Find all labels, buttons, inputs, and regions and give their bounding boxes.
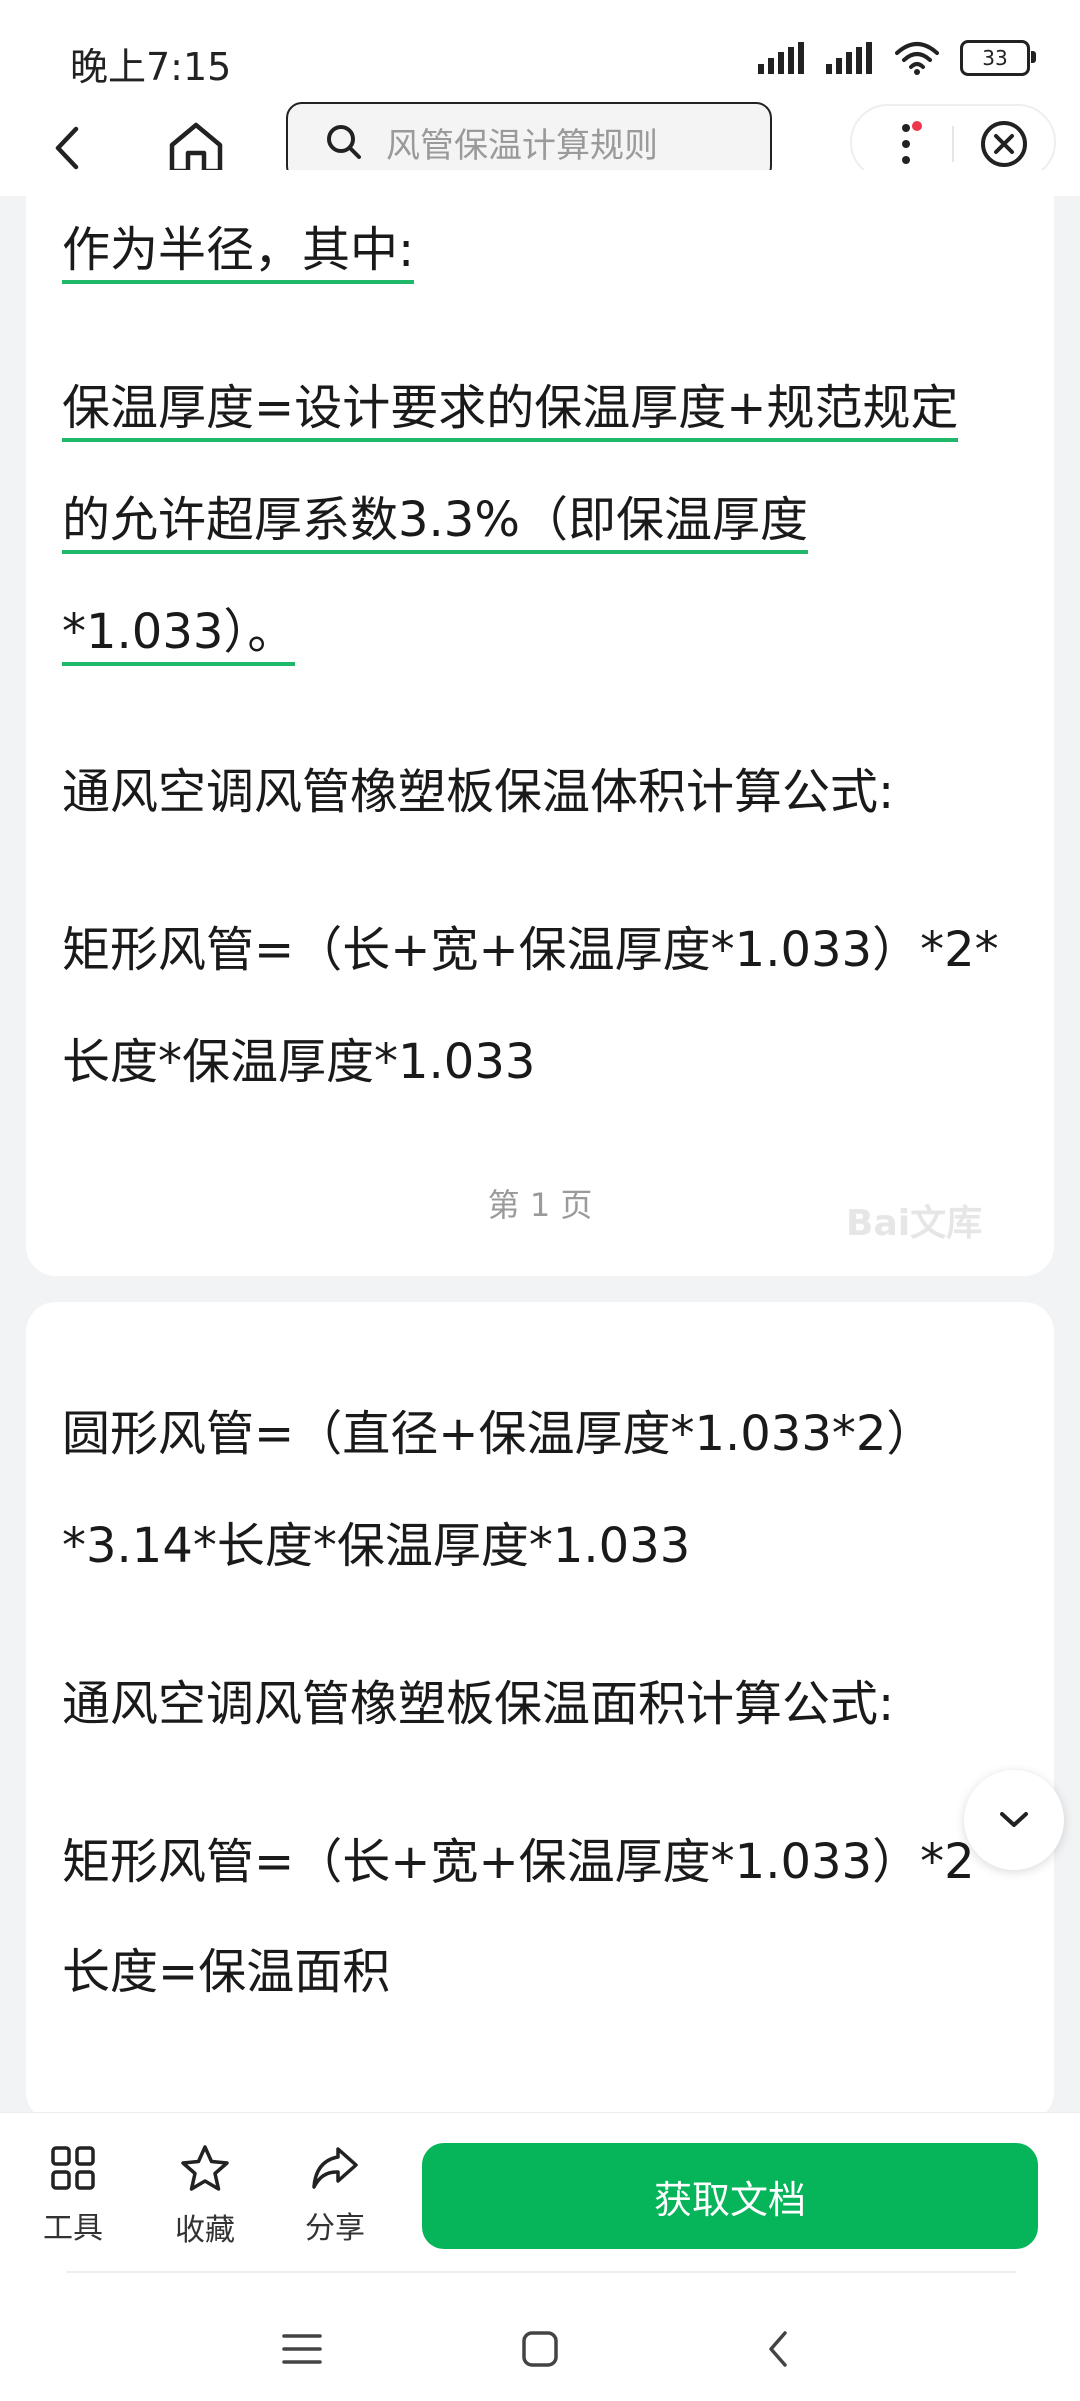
highlighted-text[interactable]: 作为半径，其中: (62, 222, 415, 284)
system-home-button[interactable] (500, 2309, 580, 2389)
tools-label: 工具 (43, 2211, 103, 2246)
share-icon (312, 2147, 358, 2189)
share-button[interactable]: 分享 (280, 2143, 390, 2247)
menu-icon (282, 2334, 322, 2364)
battery-level: 33 (982, 46, 1008, 70)
bottom-toolbar: 工具 收藏 分享 获取文档 (0, 2112, 1080, 2401)
share-label: 分享 (305, 2211, 365, 2246)
highlighted-text[interactable]: 保温厚度=设计要求的保温厚度+规范规定 (62, 380, 959, 442)
system-back-button[interactable] (738, 2309, 818, 2389)
status-time: 晚上7:15 (70, 45, 232, 89)
tools-button[interactable]: 工具 (18, 2143, 128, 2247)
search-placeholder: 风管保温计算规则 (386, 125, 658, 166)
battery-icon: 33 (960, 40, 1036, 76)
chevron-left-icon (769, 2331, 787, 2367)
favorite-button[interactable]: 收藏 (150, 2143, 260, 2249)
favorite-label: 收藏 (175, 2213, 235, 2248)
doc-line: *3.14*长度*保温厚度*1.033 (62, 1518, 691, 1574)
doc-line: 通风空调风管橡塑板保温面积计算公式: (62, 1676, 895, 1732)
mini-program-capsule (850, 104, 1056, 180)
doc-line: *1.033）。 (62, 602, 296, 666)
bottom-divider (66, 2271, 1016, 2273)
doc-line: 作为半径，其中: (62, 220, 415, 284)
more-options-icon[interactable] (898, 120, 922, 168)
home-icon (169, 122, 223, 174)
scroll-down-button[interactable] (964, 1770, 1064, 1870)
system-menu-button[interactable] (262, 2309, 342, 2389)
doc-line: 圆形风管=（直径+保温厚度*1.033*2） (62, 1406, 935, 1462)
status-bar: 晚上7:15 33 (0, 0, 1080, 100)
highlighted-text[interactable]: 的允许超厚系数3.3%（即保温厚度 (62, 492, 808, 554)
doc-line: 长度*保温厚度*1.033 (62, 1034, 536, 1090)
chevron-down-icon (1000, 1812, 1028, 1827)
signal-icon (826, 42, 872, 74)
close-icon[interactable] (978, 118, 1030, 170)
get-document-button[interactable]: 获取文档 (422, 2143, 1038, 2249)
signal-icon (758, 42, 804, 74)
doc-line: 的允许超厚系数3.3%（即保温厚度 (62, 490, 808, 554)
document-page-1 (26, 170, 1054, 1276)
doc-line: 通风空调风管橡塑板保温体积计算公式: (62, 764, 895, 820)
chevron-left-icon (55, 126, 79, 170)
status-icons: 33 (758, 36, 1036, 80)
wifi-icon (895, 42, 939, 75)
doc-line: 保温厚度=设计要求的保温厚度+规范规定 (62, 378, 959, 442)
doc-line: 矩形风管=（长+宽+保温厚度*1.033）*2 (62, 1834, 975, 1890)
square-icon (522, 2331, 558, 2367)
star-icon (181, 2145, 229, 2191)
doc-line: 矩形风管=（长+宽+保温厚度*1.033）*2* (62, 922, 999, 978)
capsule-divider (952, 126, 954, 162)
highlighted-text[interactable]: *1.033）。 (62, 604, 296, 666)
doc-line: 长度=保温面积 (62, 1944, 391, 2000)
baidu-wenku-watermark: Bai文库 (846, 1203, 983, 1244)
grid-icon (51, 2146, 95, 2190)
search-icon (327, 125, 361, 159)
